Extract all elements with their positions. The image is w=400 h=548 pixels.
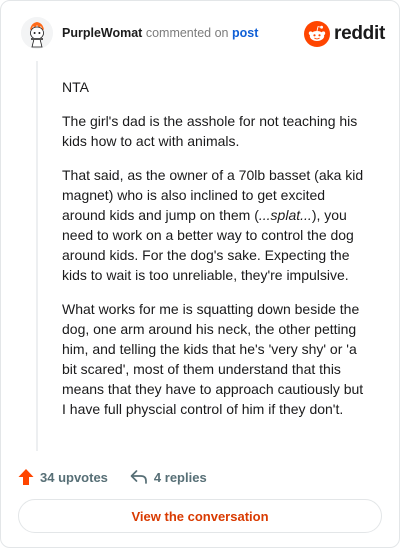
comment-body: NTA The girl's dad is the asshole for no… [62, 77, 370, 433]
reddit-logo-icon [304, 21, 331, 47]
embedded-comment-card: PurpleWomat commented on post reddit NTA… [0, 0, 400, 548]
username-link[interactable]: PurpleWomat [62, 26, 142, 40]
replies-button[interactable]: 4 replies [130, 469, 207, 485]
comment-paragraph: That said, as the owner of a 70lb basset… [62, 165, 370, 285]
comment-actions: 34 upvotes 4 replies [18, 466, 207, 488]
comment-paragraph: NTA [62, 79, 89, 95]
post-link[interactable]: post [232, 26, 258, 40]
reply-arrow-icon [130, 470, 147, 484]
byline: PurpleWomat commented on post [62, 26, 258, 40]
reddit-brand[interactable]: reddit [304, 21, 385, 47]
comment-paragraph: What works for me is squatting down besi… [62, 301, 364, 417]
emphasis-text: ...splat... [258, 207, 312, 223]
comment-header: PurpleWomat commented on post reddit [21, 17, 385, 51]
upvote-count: 34 upvotes [40, 469, 108, 485]
reply-count: 4 replies [153, 469, 207, 485]
byline-action-text: commented on [145, 26, 229, 40]
comment-paragraph: The girl's dad is the asshole for not te… [62, 113, 358, 149]
reddit-wordmark: reddit [334, 23, 385, 44]
avatar-icon[interactable] [21, 17, 53, 49]
thread-line [36, 61, 38, 451]
upvote-button[interactable]: 34 upvotes [18, 468, 108, 486]
upvote-arrow-icon [18, 469, 34, 485]
view-conversation-button[interactable]: View the conversation [18, 499, 382, 533]
